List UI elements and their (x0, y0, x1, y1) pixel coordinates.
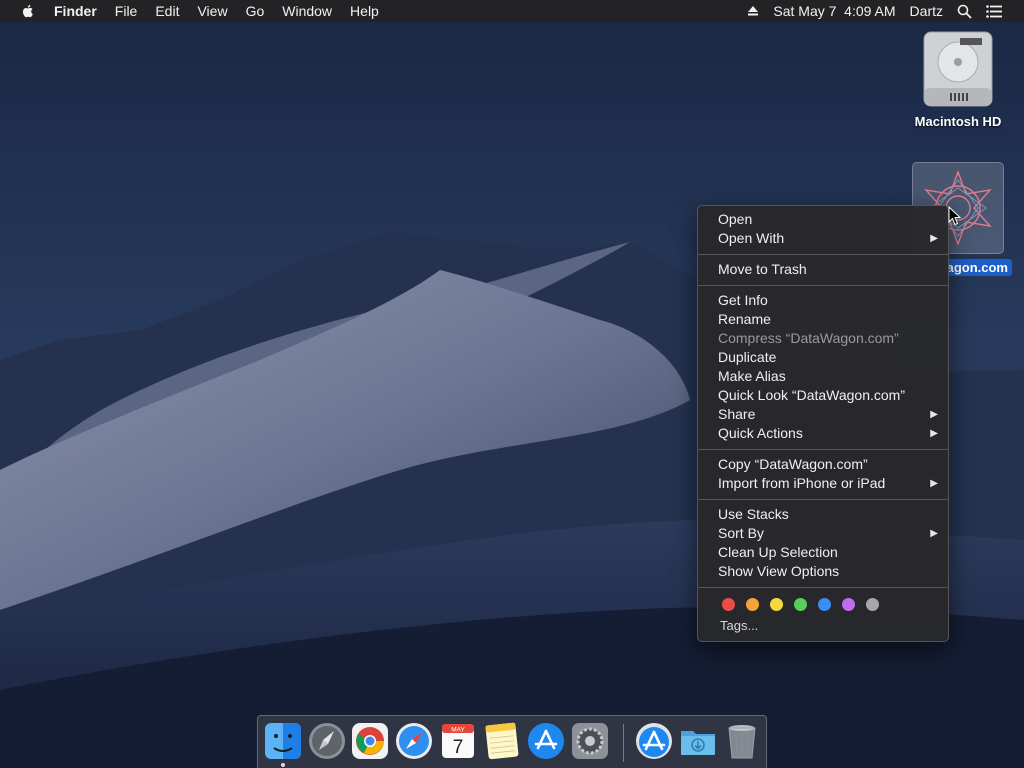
menu-separator (698, 587, 948, 588)
app-store-icon[interactable] (527, 722, 565, 760)
menu-item-label: Move to Trash (718, 261, 807, 277)
menu-item-label: Share (718, 406, 756, 422)
trash-icon[interactable] (723, 722, 761, 760)
menu-separator (698, 449, 948, 450)
menu-item-use-stacks[interactable]: Use Stacks (698, 505, 948, 524)
menu-item-open[interactable]: Open (698, 210, 948, 229)
tag-gray-dot[interactable] (866, 597, 879, 611)
chrome-icon[interactable] (351, 722, 389, 760)
calendar-month-label: MAY (451, 727, 465, 734)
menu-item-label: Use Stacks (718, 506, 789, 522)
menu-item-label: Show View Options (718, 563, 840, 579)
tag-color-row (698, 593, 948, 615)
safari-icon[interactable] (395, 722, 433, 760)
tag-yellow-dot[interactable] (770, 597, 783, 611)
menu-item-duplicate[interactable]: Duplicate (698, 348, 948, 367)
menu-item-label: Open (718, 211, 753, 227)
calendar-day-label: 7 (453, 737, 464, 758)
dock-separator (623, 724, 624, 762)
menu-bar: Finder File Edit View Go Window Help Sat… (0, 0, 1024, 22)
eject-icon[interactable] (747, 5, 759, 17)
menu-item-label: Get Info (718, 292, 768, 308)
menu-item-move-to-trash[interactable]: Move to Trash (698, 260, 948, 279)
system-preferences-icon[interactable] (571, 722, 609, 760)
menu-item-rename[interactable]: Rename (698, 310, 948, 329)
menu-separator (698, 285, 948, 286)
menu-item-make-alias[interactable]: Make Alias (698, 367, 948, 386)
menu-item-label: Quick Actions (718, 425, 803, 441)
apple-logo-icon[interactable] (20, 3, 36, 19)
menu-bar-clock[interactable]: Sat May 7 4:09 AM (773, 3, 895, 19)
desktop-icon-macintosh-hd[interactable]: Macintosh HD (906, 30, 1010, 129)
menu-item-label: Import from iPhone or iPad (718, 475, 886, 491)
menu-item-clean-up-selection[interactable]: Clean Up Selection (698, 543, 948, 562)
menu-separator (698, 499, 948, 500)
menu-item-quick-actions[interactable]: Quick Actions ▶ (698, 424, 948, 443)
menu-separator (698, 254, 948, 255)
menu-item-share[interactable]: Share ▶ (698, 405, 948, 424)
menu-go[interactable]: Go (246, 0, 265, 22)
menu-help[interactable]: Help (350, 0, 379, 22)
launchpad-icon[interactable] (308, 722, 346, 760)
tag-orange-dot[interactable] (746, 597, 759, 611)
menu-item-label: Open With (718, 230, 785, 246)
menu-item-label: Clean Up Selection (718, 544, 838, 560)
menu-item-copy-datawagon-com[interactable]: Copy “DataWagon.com” (698, 455, 948, 474)
context-menu: Open Open With ▶ Move to Trash Get Info Renam… (697, 205, 949, 642)
tag-green-dot[interactable] (794, 597, 807, 611)
applications-stack-icon[interactable] (635, 722, 673, 760)
menu-item-get-info[interactable]: Get Info (698, 291, 948, 310)
tag-blue-dot[interactable] (818, 597, 831, 611)
mouse-pointer-icon (948, 206, 962, 226)
menu-item-label: Rename (718, 311, 771, 327)
menu-item-tags[interactable]: Tags... (698, 617, 948, 635)
downloads-stack-icon[interactable] (679, 722, 717, 760)
submenu-arrow-icon: ▶ (930, 528, 938, 539)
menu-item-compress-datawagon-com: Compress “DataWagon.com” (698, 329, 948, 348)
submenu-arrow-icon: ▶ (930, 478, 938, 489)
notes-icon[interactable] (483, 722, 521, 760)
calendar-icon[interactable]: MAY 7 (439, 722, 477, 760)
menu-view[interactable]: View (197, 0, 227, 22)
menu-file[interactable]: File (115, 0, 138, 22)
spotlight-search-icon[interactable] (957, 4, 972, 19)
hard-drive-icon (923, 31, 993, 107)
menu-edit[interactable]: Edit (155, 0, 179, 22)
menu-bar-extras: Sat May 7 4:09 AM Dartz (747, 0, 1024, 22)
menu-item-label: Make Alias (718, 368, 786, 384)
desktop-icon-label: agon.com (942, 259, 1012, 276)
finder-icon[interactable] (264, 722, 302, 760)
menu-item-label: Copy “DataWagon.com” (718, 456, 868, 472)
menu-item-show-view-options[interactable]: Show View Options (698, 562, 948, 581)
menu-item-import-from-iphone-or-ipad[interactable]: Import from iPhone or iPad ▶ (698, 474, 948, 493)
submenu-arrow-icon: ▶ (930, 233, 938, 244)
tag-purple-dot[interactable] (842, 597, 855, 611)
menu-item-open-with[interactable]: Open With ▶ (698, 229, 948, 248)
menu-item-label: Quick Look “DataWagon.com” (718, 387, 905, 403)
menu-item-label: Sort By (718, 525, 764, 541)
tag-red-dot[interactable] (722, 597, 735, 611)
menu-bar-user[interactable]: Dartz (910, 3, 943, 19)
desktop-icon-label: Macintosh HD (914, 114, 1002, 129)
running-indicator (281, 763, 285, 767)
menu-finder[interactable]: Finder (54, 0, 97, 22)
submenu-arrow-icon: ▶ (930, 428, 938, 439)
menu-item-label: Compress “DataWagon.com” (718, 330, 899, 346)
menu-item-label: Duplicate (718, 349, 777, 365)
notification-center-icon[interactable] (986, 4, 1002, 18)
menu-item-quick-look-datawagon-com[interactable]: Quick Look “DataWagon.com” (698, 386, 948, 405)
submenu-arrow-icon: ▶ (930, 409, 938, 420)
dock: MAY 7 (257, 715, 767, 768)
menu-window[interactable]: Window (282, 0, 332, 22)
menu-item-sort-by[interactable]: Sort By ▶ (698, 524, 948, 543)
